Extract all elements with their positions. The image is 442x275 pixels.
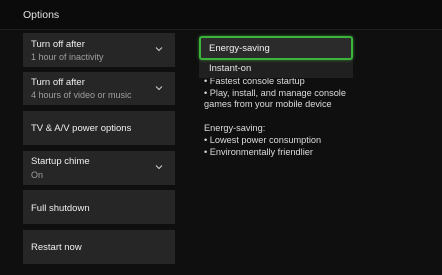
power-mode-dropdown[interactable]: Energy-saving Instant-on	[199, 36, 353, 78]
option-instant-on[interactable]: Instant-on	[199, 60, 353, 78]
setting-label: Startup chime	[31, 156, 90, 167]
option-label: Energy-saving	[209, 43, 270, 54]
option-label: Instant-on	[209, 63, 252, 74]
turn-off-after-media-setting[interactable]: Turn off after 4 hours of video or music	[23, 72, 175, 105]
page-title: Options	[23, 9, 60, 21]
setting-label: Full shutdown	[31, 203, 90, 214]
energy-saving-bullet: • Lowest power consumption	[204, 134, 322, 145]
full-shutdown-button[interactable]: Full shutdown	[23, 190, 175, 224]
energy-saving-bullet: • Environmentally friendlier	[204, 146, 313, 157]
turn-off-after-inactivity-setting[interactable]: Turn off after 1 hour of inactivity	[23, 33, 175, 67]
instant-on-bullet: games from your mobile device	[204, 99, 332, 110]
energy-saving-heading: Energy-saving:	[204, 122, 266, 133]
setting-label: TV & A/V power options	[31, 123, 132, 134]
setting-label: Turn off after	[31, 39, 85, 50]
power-mode-description: Instant-on: • Fastest console startup • …	[204, 64, 404, 158]
setting-value: 4 hours of video or music	[31, 90, 132, 100]
startup-chime-setting[interactable]: Startup chime On	[23, 151, 175, 185]
chevron-down-icon	[155, 165, 163, 170]
instant-on-bullet: • Play, install, and manage console	[204, 87, 346, 98]
restart-now-button[interactable]: Restart now	[23, 230, 175, 264]
chevron-down-icon	[155, 86, 163, 91]
chevron-down-icon	[155, 47, 163, 52]
header-bar: Options	[0, 0, 442, 30]
setting-value: 1 hour of inactivity	[31, 52, 104, 62]
setting-label: Restart now	[31, 242, 82, 253]
option-energy-saving[interactable]: Energy-saving	[199, 36, 353, 60]
setting-label: Turn off after	[31, 77, 85, 88]
tv-av-power-options-button[interactable]: TV & A/V power options	[23, 111, 175, 145]
setting-value: On	[31, 170, 44, 180]
